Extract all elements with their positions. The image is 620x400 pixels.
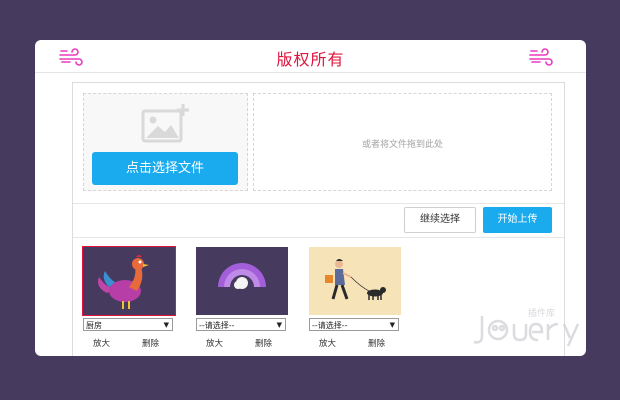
thumbnail-image-woman-walking-dog[interactable] <box>309 247 401 315</box>
dropdown-arrow-icon: ▼ <box>389 321 395 329</box>
file-thumbnail: 厨房 ▼ 放大 删除 <box>82 246 176 349</box>
drag-drop-zone[interactable]: 或者将文件拖到此处 <box>253 93 552 191</box>
page-title: 版权所有 <box>276 50 345 69</box>
divider <box>73 237 564 238</box>
card-header: 版权所有 <box>35 40 586 73</box>
divider <box>73 203 564 204</box>
thumbnail-image-rooster[interactable] <box>82 246 176 316</box>
category-select[interactable]: 厨房 ▼ <box>83 318 173 331</box>
zoom-button[interactable]: 放大 <box>93 337 110 349</box>
category-select-value: --请选择-- <box>199 321 235 330</box>
watermark-tag: 插件库 <box>528 307 555 319</box>
category-select[interactable]: --请选择-- ▼ <box>196 318 286 331</box>
file-pick-area[interactable]: 点击选择文件 <box>83 93 248 191</box>
delete-button[interactable]: 删除 <box>368 337 385 349</box>
continue-select-button[interactable]: 继续选择 <box>404 207 476 233</box>
category-select[interactable]: --请选择-- ▼ <box>309 318 399 331</box>
zoom-button[interactable]: 放大 <box>206 337 223 349</box>
drag-hint-text: 或者将文件拖到此处 <box>361 140 443 150</box>
delete-button[interactable]: 删除 <box>255 337 272 349</box>
dropdown-arrow-icon: ▼ <box>163 321 169 329</box>
delete-button[interactable]: 删除 <box>142 337 159 349</box>
category-select-value: 厨房 <box>86 321 102 330</box>
dropdown-arrow-icon: ▼ <box>276 321 282 329</box>
thumbnail-image-rainbow[interactable] <box>196 247 288 315</box>
category-select-value: --请选择-- <box>312 321 348 330</box>
start-upload-button[interactable]: 开始上传 <box>483 207 552 233</box>
select-file-button[interactable]: 点击选择文件 <box>92 152 238 185</box>
file-thumbnail: --请选择-- ▼ 放大 删除 <box>196 247 288 349</box>
zoom-button[interactable]: 放大 <box>319 337 336 349</box>
wind-icon-right <box>529 48 553 66</box>
add-image-icon <box>141 104 189 143</box>
jquery-watermark-logo: 插件库 <box>473 307 580 347</box>
file-thumbnail: --请选择-- ▼ 放大 删除 <box>309 247 401 349</box>
